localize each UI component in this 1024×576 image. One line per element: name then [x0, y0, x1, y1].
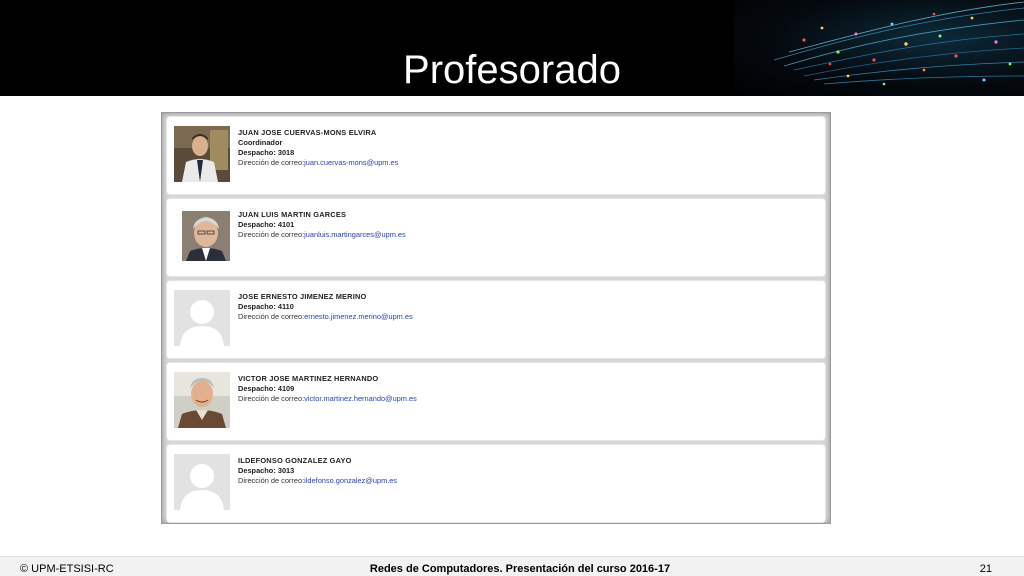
- faculty-card: JOSE ERNESTO JIMENEZ MERINO Despacho: 41…: [166, 280, 826, 359]
- email-link[interactable]: juan.cuervas-mons@upm.es: [304, 158, 398, 167]
- page-title: Profesorado: [403, 48, 621, 92]
- faculty-directory-screenshot: JUAN JOSE CUERVAS-MONS ELVIRA Coordinado…: [161, 112, 831, 524]
- faculty-card: JUAN JOSE CUERVAS-MONS ELVIRA Coordinado…: [166, 116, 826, 195]
- faculty-name: ILDEFONSO GONZALEZ GAYO: [238, 456, 352, 465]
- slide-footer: © UPM-ETSISI-RC Redes de Computadores. P…: [0, 556, 1024, 576]
- footer-course-title: Redes de Computadores. Presentación del …: [369, 563, 671, 575]
- email-label: Dirección de correo:: [238, 312, 305, 321]
- faculty-card: VICTOR JOSE MARTINEZ HERNANDO Despacho: …: [166, 362, 826, 441]
- man-in-suit-photo: [174, 126, 230, 182]
- faculty-name: VICTOR JOSE MARTINEZ HERNANDO: [238, 374, 379, 383]
- faculty-office: Despacho: 4109: [238, 384, 295, 393]
- faculty-name: JUAN LUIS MARTIN GARCES: [238, 210, 347, 219]
- smiling-man-photo: [174, 372, 230, 428]
- email-link[interactable]: ildefonso.gonzalez@upm.es: [304, 476, 397, 485]
- slide-header: Profesorado: [0, 0, 1024, 96]
- faculty-office: Despacho: 3018: [238, 148, 295, 157]
- email-label: Dirección de correo:: [238, 394, 305, 403]
- faculty-office: Despacho: 3013: [238, 466, 295, 475]
- faculty-card: JUAN LUIS MARTIN GARCES Despacho: 4101 D…: [166, 198, 826, 277]
- faculty-name: JOSE ERNESTO JIMENEZ MERINO: [238, 292, 367, 301]
- gray-haired-man-photo: [182, 211, 230, 261]
- email-link[interactable]: ernesto.jimenez.merino@upm.es: [304, 312, 413, 321]
- email-label: Dirección de correo:: [238, 476, 305, 485]
- default-avatar: [174, 454, 230, 510]
- faculty-card: ILDEFONSO GONZALEZ GAYO Despacho: 3013 D…: [166, 444, 826, 523]
- faculty-office: Despacho: 4110: [238, 302, 294, 311]
- email-link[interactable]: victor.martinez.hernando@upm.es: [304, 394, 417, 403]
- email-label: Dirección de correo:: [238, 158, 305, 167]
- email-label: Dirección de correo:: [238, 230, 305, 239]
- email-link[interactable]: juanluis.martingarces@upm.es: [304, 230, 406, 239]
- default-avatar: [174, 290, 230, 346]
- page-number: 21: [979, 563, 992, 575]
- faculty-name: JUAN JOSE CUERVAS-MONS ELVIRA: [238, 128, 377, 137]
- faculty-role: Coordinador: [238, 138, 283, 147]
- faculty-office: Despacho: 4101: [238, 220, 295, 229]
